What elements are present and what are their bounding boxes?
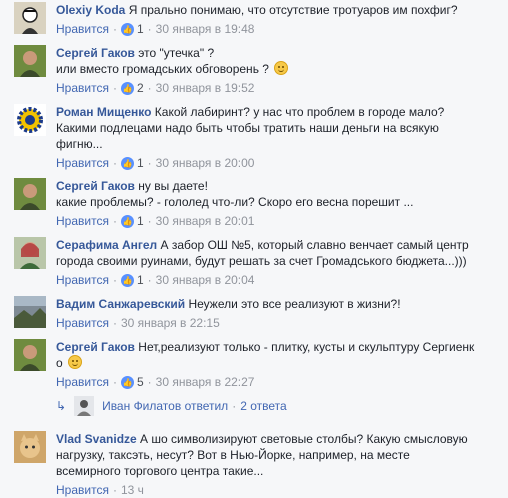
avatar[interactable]: [14, 2, 46, 34]
thumbs-up-icon[interactable]: 👍: [120, 273, 134, 287]
comment-text: Серафима Ангел А забор ОШ №5, который сл…: [56, 238, 469, 268]
avatar-image-icon: [14, 339, 46, 371]
like-link[interactable]: Нравится: [56, 273, 109, 287]
like-link[interactable]: Нравится: [56, 375, 109, 389]
avatar-image-icon: [14, 2, 46, 34]
comment-timestamp[interactable]: 30 января в 20:00: [156, 156, 255, 170]
reply-author[interactable]: Иван Филатов: [102, 399, 181, 413]
thumbs-up-icon[interactable]: 👍: [120, 156, 134, 170]
comment-timestamp[interactable]: 13 ч: [121, 483, 144, 497]
view-replies-link[interactable]: ↳ Иван Филатов ответил · 2 ответа: [56, 396, 287, 416]
comment-text: Сергей Гаков Нет,реализуют только - плит…: [56, 340, 475, 370]
emblem-avatar-icon: [14, 104, 46, 136]
comment-text: Роман Мищенко Какой лабиринт? у нас что …: [56, 105, 445, 151]
avatar[interactable]: [14, 45, 46, 77]
like-count[interactable]: 1: [137, 273, 144, 287]
comment-meta: Нравится · 30 января в 22:15: [56, 316, 220, 330]
avatar-image-icon: [14, 45, 46, 77]
comment-meta: Нравится · 13 ч: [56, 483, 144, 497]
like-count[interactable]: 1: [137, 214, 144, 228]
comment-author[interactable]: Сергей Гаков: [56, 340, 135, 354]
comment-author[interactable]: Роман Мищенко: [56, 105, 151, 119]
avatar-image-icon: [14, 178, 46, 210]
avatar[interactable]: [14, 104, 46, 136]
comment-meta: Нравится · 👍 5 · 30 января в 22:27: [56, 375, 255, 389]
thumbs-up-icon[interactable]: 👍: [120, 81, 134, 95]
comment-timestamp[interactable]: 30 января в 19:48: [156, 22, 255, 36]
avatar[interactable]: [14, 431, 46, 463]
comment-timestamp[interactable]: 30 января в 20:01: [156, 214, 255, 228]
comment-meta: Нравится · 👍 1 · 30 января в 20:04: [56, 273, 255, 287]
comment-author[interactable]: Вадим Санжаревский: [56, 297, 185, 311]
thumbs-up-icon[interactable]: 👍: [120, 375, 134, 389]
avatar: [74, 396, 95, 416]
avatar[interactable]: [14, 237, 46, 269]
smiley-emoji-icon: [274, 61, 289, 75]
reply-count[interactable]: 2 ответа: [240, 399, 286, 413]
comment-meta: Нравится · 👍 1 · 30 января в 19:48: [56, 22, 255, 36]
comment-meta: Нравится · 👍 1 · 30 января в 20:00: [56, 156, 255, 170]
like-count[interactable]: 2: [137, 81, 144, 95]
comment-text: Olexiy Koda Я прально понимаю, что отсут…: [56, 3, 458, 17]
comment-timestamp[interactable]: 30 января в 19:52: [156, 81, 255, 95]
comment-text: Сергей Гаков ну вы даете! какие проблемы…: [56, 179, 414, 209]
like-count[interactable]: 1: [137, 22, 144, 36]
comment-timestamp[interactable]: 30 января в 22:27: [156, 375, 255, 389]
like-count[interactable]: 1: [137, 156, 144, 170]
comment-author[interactable]: Серафима Ангел: [56, 238, 157, 252]
avatar-image-icon: [14, 237, 46, 269]
comment-meta: Нравится · 👍 1 · 30 января в 20:01: [56, 214, 255, 228]
like-link[interactable]: Нравится: [56, 81, 109, 95]
like-link[interactable]: Нравится: [56, 483, 109, 497]
comment-text: Вадим Санжаревский Неужели это все реали…: [56, 297, 401, 311]
comment-meta: Нравится · 👍 2 · 30 января в 19:52: [56, 81, 255, 95]
smiley-emoji-icon: [68, 355, 83, 369]
comment-text: Vlad Svanidze А шо символизируют световы…: [56, 432, 468, 478]
avatar-image-icon: [14, 296, 46, 328]
comment-author[interactable]: Сергей Гаков: [56, 179, 135, 193]
avatar-image-icon: [14, 431, 46, 463]
comment-author[interactable]: Olexiy Koda: [56, 3, 125, 17]
like-link[interactable]: Нравится: [56, 156, 109, 170]
thumbs-up-icon[interactable]: 👍: [120, 22, 134, 36]
reply-arrow-icon: ↳: [56, 399, 67, 413]
like-count[interactable]: 5: [137, 375, 144, 389]
avatar[interactable]: [14, 296, 46, 328]
comment-timestamp[interactable]: 30 января в 22:15: [121, 316, 220, 330]
avatar-image-icon: [74, 396, 95, 416]
avatar[interactable]: [14, 178, 46, 210]
like-link[interactable]: Нравится: [56, 22, 109, 36]
reply-action: ответил: [184, 399, 229, 413]
avatar[interactable]: [14, 339, 46, 371]
comment-author[interactable]: Vlad Svanidze: [56, 432, 137, 446]
comment-timestamp[interactable]: 30 января в 20:04: [156, 273, 255, 287]
comment-text: Сергей Гаков это "утечка" ? или вместо г…: [56, 45, 502, 77]
like-link[interactable]: Нравится: [56, 316, 109, 330]
thumbs-up-icon[interactable]: 👍: [120, 214, 134, 228]
comment-author[interactable]: Сергей Гаков: [56, 46, 135, 60]
like-link[interactable]: Нравится: [56, 214, 109, 228]
